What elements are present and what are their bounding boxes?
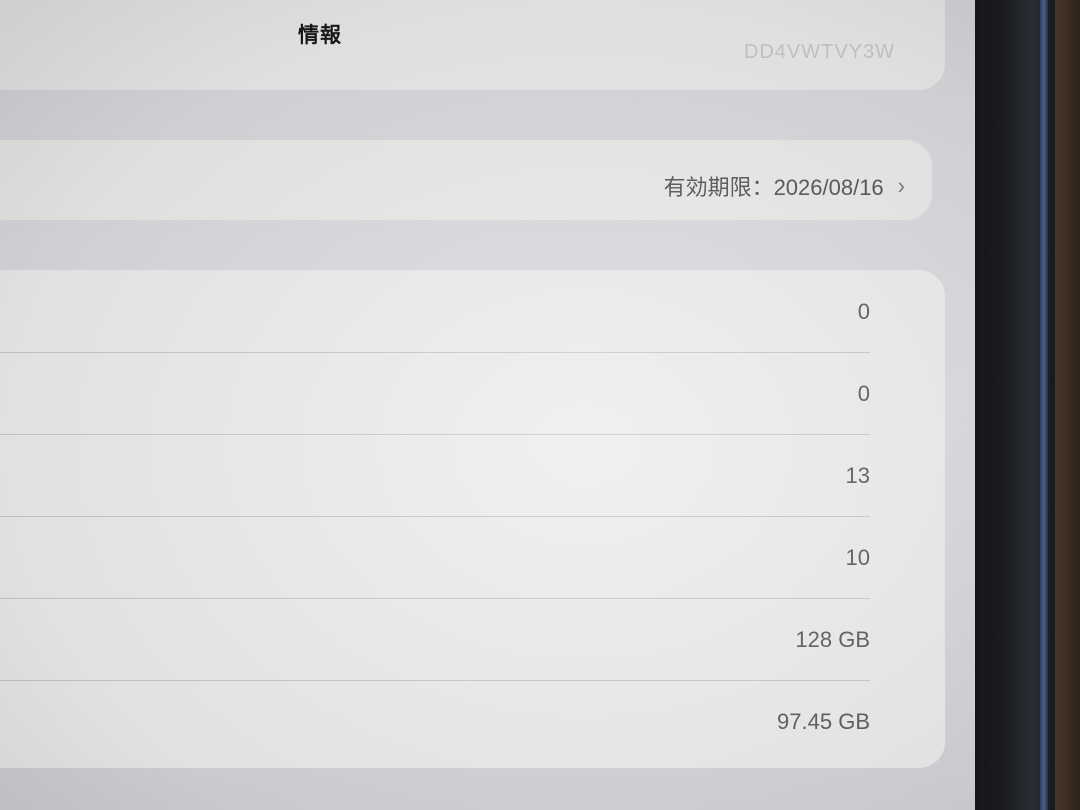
screen: 情報 DD4VWTVY3W 有効期限：2026/08/16 › 0 0 13 1… xyxy=(0,0,975,810)
list-item-value: 10 xyxy=(845,545,870,570)
serial-number-value: DD4VWTVY3W xyxy=(743,41,895,63)
license-expiry-text: 有効期限：2026/08/16 xyxy=(663,175,884,200)
list-item: 128 GB xyxy=(0,598,870,681)
list-item: 10 xyxy=(0,516,870,599)
chevron-right-icon: › xyxy=(897,171,905,200)
page-title: 情報 xyxy=(298,24,342,47)
list-item: 0 xyxy=(0,270,870,353)
device-edge xyxy=(1040,0,1048,810)
license-expiry-row[interactable]: 有効期限：2026/08/16 › xyxy=(664,170,905,202)
about-list: 0 0 13 10 128 GB 97.45 GB xyxy=(0,270,945,768)
list-item: 13 xyxy=(0,434,870,517)
list-item-value: 13 xyxy=(845,463,870,488)
list-item-value: 0 xyxy=(857,299,870,324)
list-item-value: 0 xyxy=(857,381,870,406)
list-item: 97.45 GB xyxy=(0,680,870,762)
list-item: 0 xyxy=(0,352,870,435)
list-item-value: 97.45 GB xyxy=(777,709,870,734)
list-item-value: 128 GB xyxy=(795,627,870,652)
